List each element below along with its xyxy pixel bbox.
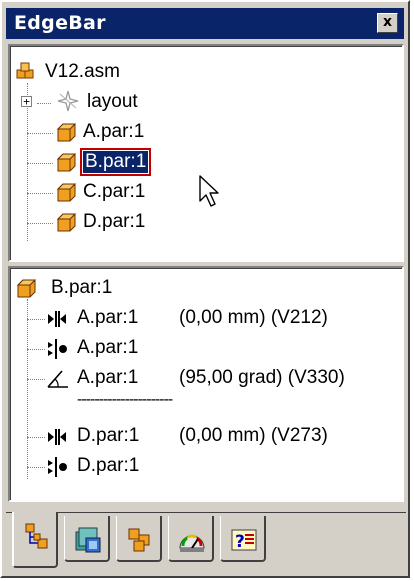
- mate-icon: [48, 311, 66, 327]
- sketch-icon: [57, 90, 79, 112]
- tab-strip-border: [6, 512, 406, 513]
- relationship-part: D.par:1: [77, 455, 140, 476]
- relationship-detail: (95,00 grad) (V330): [179, 367, 345, 388]
- assembly-tree-pane[interactable]: V12.asm + layout A.par:1 B.par:1 C.par:1…: [8, 44, 404, 262]
- tab-assembly-pathfinder[interactable]: [116, 516, 162, 562]
- relationships-part[interactable]: B.par:1: [15, 275, 315, 305]
- part-cube-icon: [56, 213, 77, 232]
- svg-text:?: ?: [235, 532, 245, 552]
- relationship-detail: (0,00 mm) (V212): [179, 307, 328, 328]
- relationship-item[interactable]: D.par:1 (0,00 mm) (V273): [47, 423, 397, 453]
- part-cube-icon: [16, 279, 37, 298]
- relationship-item[interactable]: A.par:1 (0,00 mm) (V212): [47, 305, 397, 335]
- tree-item-a-par[interactable]: A.par:1: [55, 119, 355, 149]
- pathfinder-icon: [25, 523, 48, 549]
- tree-line: [27, 349, 45, 350]
- gauge-icon: [179, 534, 205, 552]
- tree-line: [27, 379, 45, 380]
- tab-strip: ?: [6, 512, 406, 576]
- part-cube-icon: [56, 183, 77, 202]
- window-title: EdgeBar: [14, 12, 106, 34]
- title-bar[interactable]: EdgeBar x: [6, 8, 404, 39]
- tab-help[interactable]: ?: [220, 516, 266, 562]
- tree-item-label: layout: [87, 91, 138, 112]
- tree-line: [27, 319, 45, 320]
- tab-library[interactable]: [64, 516, 110, 562]
- tree-item-label: D.par:1: [83, 211, 146, 232]
- relationship-part: A.par:1: [77, 367, 139, 388]
- relationship-detail: (0,00 mm) (V273): [179, 425, 328, 446]
- help-icon: ?: [231, 529, 257, 552]
- relationship-separator: ----------------------: [47, 391, 397, 423]
- library-icon: [75, 527, 101, 553]
- relationship-part: A.par:1: [77, 307, 139, 328]
- axial-align-icon: [48, 339, 67, 359]
- tree-item-label-selected: B.par:1: [79, 148, 152, 176]
- tree-item-label: C.par:1: [83, 181, 146, 202]
- tree-item-d-par[interactable]: D.par:1: [55, 209, 355, 239]
- tree-line: [27, 133, 53, 134]
- part-cube-icon: [56, 123, 77, 142]
- relationships-part-label: B.par:1: [51, 277, 113, 298]
- mouse-cursor-icon: [199, 175, 219, 207]
- close-button[interactable]: x: [377, 13, 398, 33]
- tree-line: [27, 437, 45, 438]
- axial-align-icon: [48, 457, 67, 477]
- tab-measure[interactable]: [168, 516, 214, 562]
- tree-root-label: V12.asm: [45, 61, 120, 82]
- tree-line: [27, 163, 53, 164]
- edgebar-window: EdgeBar x V12.asm + layout A.par:1 B.par…: [0, 0, 410, 578]
- relationship-item[interactable]: D.par:1: [47, 453, 397, 483]
- relationships-pane[interactable]: B.par:1 A.par:1 (0,00 mm) (V212) A.par:1…: [8, 266, 404, 502]
- separator-text: ----------------------: [77, 391, 173, 408]
- relationship-item[interactable]: A.par:1: [47, 335, 397, 365]
- expand-toggle-icon[interactable]: +: [21, 96, 32, 107]
- assembly-icon: [128, 528, 150, 552]
- tree-root[interactable]: V12.asm: [15, 59, 315, 89]
- tree-item-layout[interactable]: + layout: [21, 89, 321, 119]
- part-cube-icon: [56, 153, 77, 172]
- tree-line: [27, 467, 45, 468]
- relationship-part: D.par:1: [77, 425, 140, 446]
- tab-feature-pathfinder[interactable]: [12, 512, 58, 568]
- assembly-icon: [16, 62, 34, 79]
- tree-item-label: A.par:1: [83, 121, 145, 142]
- angle-icon: [47, 370, 68, 388]
- tree-line: [27, 193, 53, 194]
- tree-line: [27, 299, 28, 479]
- tree-line: [27, 223, 53, 224]
- mate-icon: [48, 429, 66, 445]
- relationship-part: A.par:1: [77, 337, 139, 358]
